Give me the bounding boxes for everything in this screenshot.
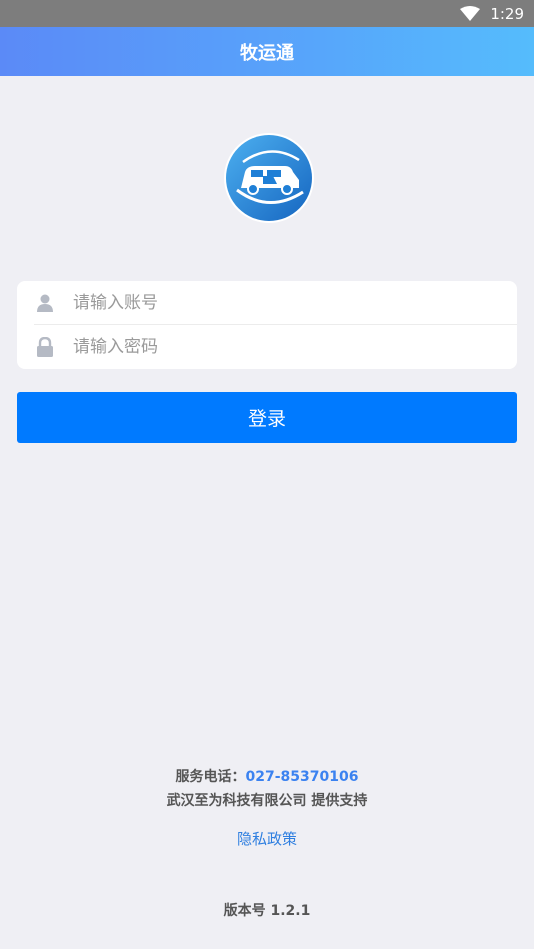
login-button[interactable]: 登录 — [17, 392, 517, 443]
account-input[interactable] — [73, 293, 473, 313]
phone-number-link[interactable]: 027-85370106 — [246, 769, 359, 785]
account-row — [17, 281, 517, 325]
company-support-text: 武汉至为科技有限公司 提供支持 — [166, 793, 368, 809]
page-title: 牧运通 — [240, 42, 294, 64]
login-form — [17, 281, 517, 369]
app-logo-vehicle-icon — [223, 132, 315, 224]
status-bar: 1:29 — [0, 0, 534, 27]
password-input[interactable] — [73, 337, 473, 357]
app-header: 牧运通 — [0, 27, 534, 76]
user-icon — [35, 293, 55, 313]
status-time: 1:29 — [490, 4, 524, 23]
lock-icon — [35, 337, 55, 357]
wifi-icon — [460, 5, 481, 22]
privacy-policy-link[interactable]: 隐私政策 — [0, 828, 534, 850]
version-text: 版本号 1.2.1 — [223, 903, 311, 919]
service-phone: 服务电话：027-85370106 — [0, 766, 534, 788]
phone-label: 服务电话： — [175, 769, 246, 785]
password-row — [17, 325, 517, 369]
